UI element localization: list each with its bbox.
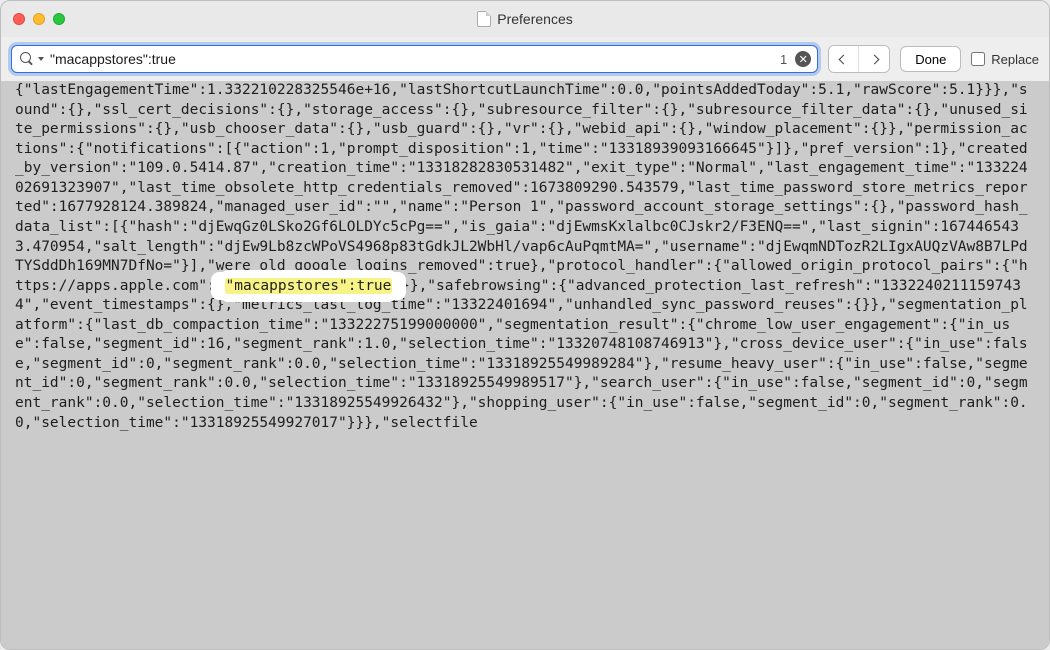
text-pre: {"lastEngagementTime":1.332210228325546e… (15, 82, 1028, 294)
search-result-count: 1 (780, 52, 787, 67)
chevron-left-icon (839, 54, 849, 64)
traffic-lights (13, 13, 65, 25)
titlebar: Preferences (1, 1, 1049, 37)
clear-search-button[interactable]: ✕ (795, 51, 811, 67)
chevron-right-icon (869, 54, 879, 64)
search-options-chevron-icon[interactable] (38, 57, 44, 61)
search-icon (20, 52, 34, 66)
minimize-window-button[interactable] (33, 13, 45, 25)
search-input[interactable] (50, 51, 774, 67)
search-match-highlight: "macappstores":true (225, 278, 393, 294)
find-bar: 1 ✕ Done Replace (1, 37, 1049, 81)
done-button[interactable]: Done (900, 46, 961, 72)
text-post: }}},"safebrowsing":{"advanced_protection… (15, 278, 1028, 431)
window-title-text: Preferences (497, 11, 572, 27)
prev-next-segment (828, 45, 890, 73)
search-field-wrapper[interactable]: 1 ✕ (11, 45, 818, 73)
window-title: Preferences (1, 11, 1049, 27)
find-next-button[interactable] (859, 46, 889, 72)
replace-label: Replace (991, 52, 1039, 67)
replace-toggle[interactable]: Replace (971, 52, 1039, 67)
text-content[interactable]: {"lastEngagementTime":1.332210228325546e… (1, 81, 1049, 649)
document-icon (477, 11, 491, 27)
preferences-window: Preferences 1 ✕ Done Replace {"lastEngag… (0, 0, 1050, 650)
replace-checkbox[interactable] (971, 52, 985, 66)
close-window-button[interactable] (13, 13, 25, 25)
find-previous-button[interactable] (829, 46, 859, 72)
zoom-window-button[interactable] (53, 13, 65, 25)
